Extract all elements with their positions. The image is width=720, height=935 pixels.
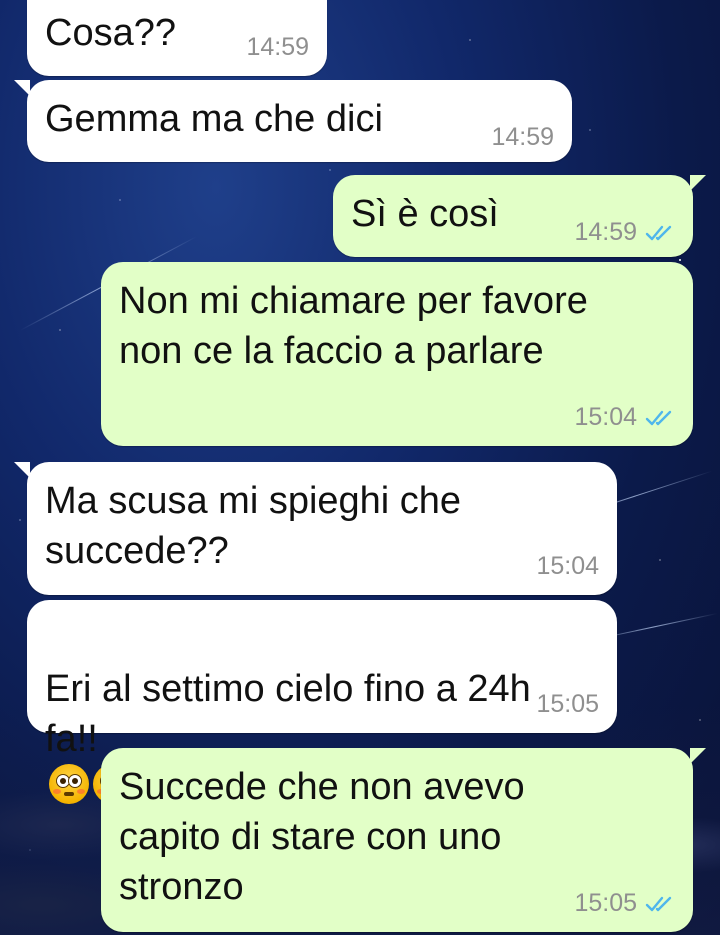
message-meta: 15:05 xyxy=(574,889,675,918)
message-meta: 14:59 xyxy=(246,33,309,62)
message-bubble-outgoing[interactable]: Succede che non avevo capito di stare co… xyxy=(101,748,706,932)
message-bubble-incoming[interactable]: Gemma ma che dici 14:59 xyxy=(14,80,572,162)
message-text: Cosa?? xyxy=(45,12,176,54)
message-time: 14:59 xyxy=(246,33,309,61)
message-time: 15:04 xyxy=(536,552,599,580)
message-meta: 14:59 xyxy=(574,218,675,247)
message-bubble-incoming[interactable]: Cosa?? 14:59 xyxy=(27,0,327,76)
message-meta: 14:59 xyxy=(491,123,554,152)
message-bubble-outgoing[interactable]: Sì è così 14:59 xyxy=(333,175,706,257)
message-meta: 15:04 xyxy=(536,552,599,581)
message-time: 15:05 xyxy=(574,889,637,917)
message-text: Gemma ma che dici xyxy=(45,98,383,140)
message-text: Ma scusa mi spieghi che succede?? xyxy=(45,480,462,572)
double-check-icon xyxy=(645,225,672,240)
message-bubble-incoming[interactable]: Eri al settimo cielo fino a 24h fa!! 15:… xyxy=(27,600,617,804)
message-time: 14:59 xyxy=(491,123,554,151)
message-bubble-outgoing[interactable]: Non mi chiamare per favore non ce la fac… xyxy=(101,262,693,446)
message-text: Succede che non avevo capito di stare co… xyxy=(119,766,525,908)
flushed-face-emoji xyxy=(49,764,89,804)
message-meta: 15:05 xyxy=(536,690,599,719)
message-meta: 15:04 xyxy=(574,403,675,432)
double-check-icon xyxy=(645,410,672,425)
message-text: Non mi chiamare per favore non ce la fac… xyxy=(119,280,588,372)
double-check-icon xyxy=(645,896,672,911)
message-bubble-incoming[interactable]: Ma scusa mi spieghi che succede?? 15:04 xyxy=(14,462,617,595)
message-time: 15:04 xyxy=(574,403,637,431)
message-text-content: Eri al settimo cielo fino a 24h fa!! xyxy=(45,668,531,760)
message-time: 14:59 xyxy=(574,218,637,246)
message-time: 15:05 xyxy=(536,690,599,718)
message-text: Sì è così xyxy=(351,193,499,235)
